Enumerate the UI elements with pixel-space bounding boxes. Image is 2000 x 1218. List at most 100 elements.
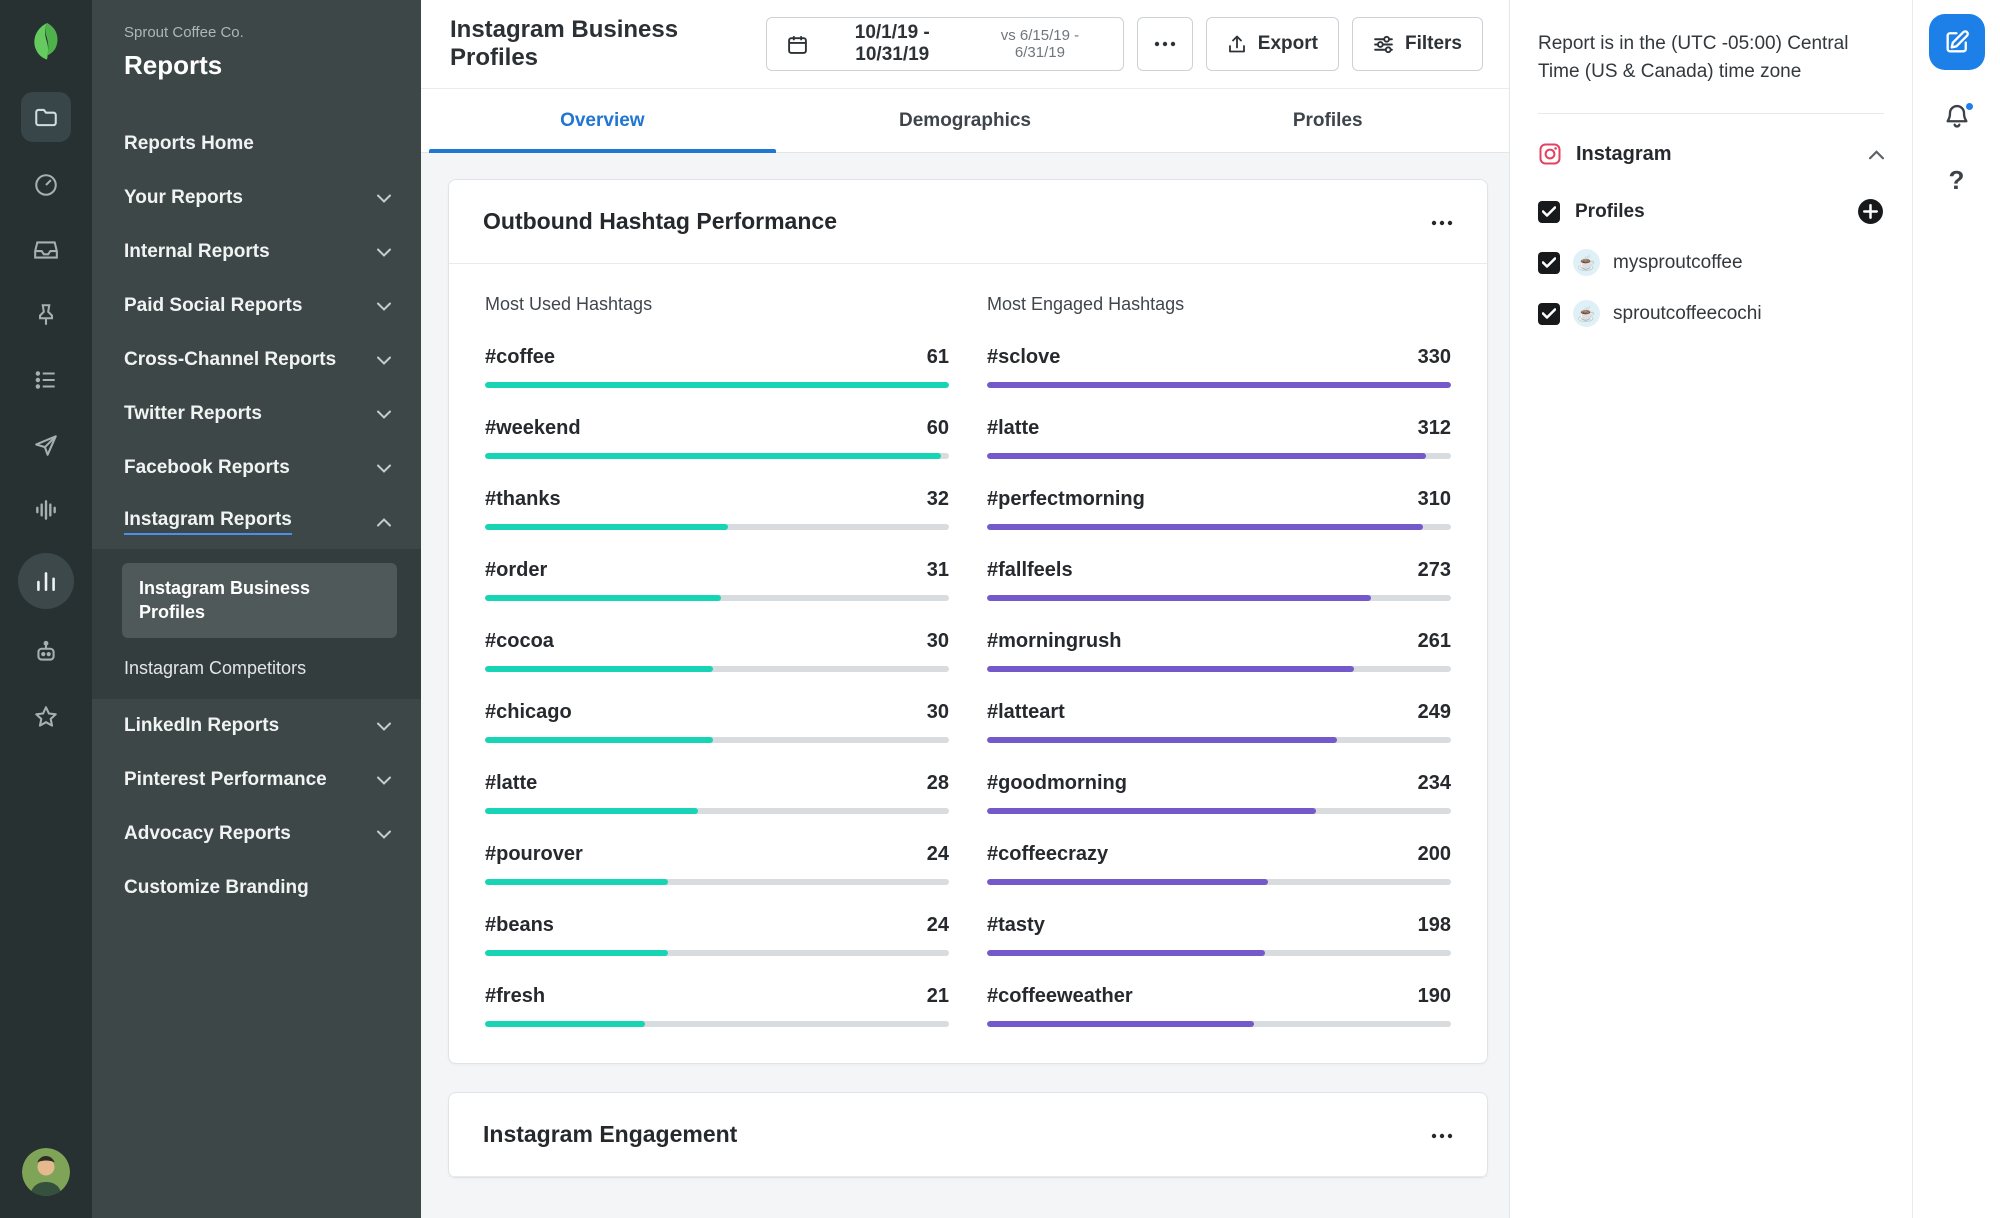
hashtag-value: 61 (926, 346, 949, 368)
hashtag-bar-track (485, 808, 949, 814)
user-avatar[interactable] (22, 1148, 70, 1196)
hashtag-bar-track (987, 524, 1451, 530)
tab-overview[interactable]: Overview (421, 89, 784, 153)
gauge-icon[interactable] (24, 163, 68, 207)
app-root: Sprout Coffee Co. Reports Reports Home Y… (0, 0, 2000, 1218)
reports-sidebar: Sprout Coffee Co. Reports Reports Home Y… (92, 0, 421, 1218)
hashtag-label: #coffeeweather (987, 985, 1133, 1007)
hashtag-bar-track (987, 453, 1451, 459)
hashtag-row: #latteart 249 (987, 700, 1451, 743)
sidebar-title: Reports (124, 50, 223, 80)
sidebar-item-label: Paid Social Reports (124, 295, 303, 316)
star-icon[interactable] (24, 695, 68, 739)
hashtag-label: #fallfeels (987, 559, 1073, 581)
hashtag-bar-track (987, 595, 1451, 601)
hashtag-bar-fill (485, 1021, 645, 1027)
hashtag-bar-fill (987, 737, 1338, 743)
chevron-down-icon (377, 457, 391, 479)
header-actions: 10/1/19 - 10/31/19 vs 6/15/19 - 6/31/19 … (765, 17, 1483, 71)
hashtag-bar-fill (987, 595, 1371, 601)
sidebar-item-label: Instagram Reports (124, 509, 292, 535)
hashtag-label: #order (485, 559, 548, 581)
compare-range-value: vs 6/15/19 - 6/31/19 (1000, 27, 1080, 61)
profile-checkbox[interactable] (1538, 302, 1560, 325)
sidebar-item-instagram-reports[interactable]: Instagram Reports (92, 495, 421, 549)
sidebar-item-label: Facebook Reports (124, 457, 290, 478)
folder-icon[interactable] (21, 92, 71, 142)
hashtag-value: 30 (926, 630, 949, 652)
hashtag-row: #fallfeels 273 (987, 558, 1451, 601)
ellipsis-icon (1154, 41, 1176, 47)
sidebar-item-facebook-reports[interactable]: Facebook Reports (92, 441, 421, 495)
sidebar-item-paid-social-reports[interactable]: Paid Social Reports (92, 279, 421, 333)
date-range-button[interactable]: 10/1/19 - 10/31/19 vs 6/15/19 - 6/31/19 (765, 17, 1125, 71)
hashtag-row: #tasty 198 (987, 913, 1451, 956)
sidebar-item-customize-branding[interactable]: Customize Branding (92, 861, 421, 915)
sidebar-item-reports-home[interactable]: Reports Home (92, 117, 421, 171)
sidebar-item-linkedin-reports[interactable]: LinkedIn Reports (92, 699, 421, 753)
report-body: Outbound Hashtag Performance Most Used H… (421, 153, 1509, 1218)
tab-demographics[interactable]: Demographics (784, 89, 1147, 152)
listening-icon[interactable] (24, 488, 68, 532)
sidebar-item-pinterest-performance[interactable]: Pinterest Performance (92, 753, 421, 807)
hashtag-bar-track (485, 950, 949, 956)
calendar-icon (787, 34, 808, 55)
card-menu-button[interactable] (1431, 214, 1453, 229)
bot-icon[interactable] (24, 630, 68, 674)
sidebar-item-internal-reports[interactable]: Internal Reports (92, 225, 421, 279)
hashtag-bar-track (485, 453, 949, 459)
hashtag-bar-track (485, 879, 949, 885)
compose-button[interactable] (1928, 14, 1985, 70)
hashtag-value: 24 (926, 843, 949, 865)
card-header: Outbound Hashtag Performance (449, 180, 1487, 264)
export-icon (1227, 34, 1247, 55)
add-profile-button[interactable] (1857, 198, 1884, 225)
hashtag-bar-fill (485, 666, 714, 672)
hashtag-label: #weekend (485, 417, 581, 439)
help-button[interactable]: ? (1949, 165, 1965, 196)
export-button[interactable]: Export (1205, 17, 1339, 71)
chevron-down-icon (377, 769, 391, 791)
hashtag-label: #tasty (987, 914, 1045, 936)
hashtag-bar-track (987, 737, 1451, 743)
profile-checkbox[interactable] (1538, 251, 1560, 274)
hashtag-bar-track (987, 382, 1451, 388)
card-title: Outbound Hashtag Performance (483, 208, 837, 234)
profiles-checkbox[interactable] (1538, 200, 1560, 223)
hashtag-label: #goodmorning (987, 772, 1127, 794)
pin-icon[interactable] (24, 293, 68, 337)
sidebar-item-your-reports[interactable]: Your Reports (92, 171, 421, 225)
sidebar-item-advocacy-reports[interactable]: Advocacy Reports (92, 807, 421, 861)
hashtag-value: 30 (926, 701, 949, 723)
hashtag-value: 31 (926, 559, 949, 581)
submenu-item-instagram-competitors[interactable]: Instagram Competitors (92, 638, 421, 681)
hashtag-bar-track (987, 666, 1451, 672)
list-icon[interactable] (24, 358, 68, 402)
hashtag-value: 312 (1417, 417, 1451, 439)
instagram-engagement-card: Instagram Engagement (448, 1092, 1488, 1178)
inbox-icon[interactable] (24, 228, 68, 272)
hashtag-bar-fill (485, 879, 668, 885)
profile-item: ☕ mysproutcoffee (1538, 249, 1884, 277)
tab-profiles[interactable]: Profiles (1146, 89, 1509, 152)
hashtag-label: #beans (485, 914, 554, 936)
submenu-item-instagram-business-profiles[interactable]: Instagram Business Profiles (122, 563, 397, 638)
hashtag-bar-fill (987, 879, 1269, 885)
filters-button[interactable]: Filters (1351, 17, 1483, 71)
most-engaged-hashtags-column: Most Engaged Hashtags #sclove 330 #latte… (987, 294, 1451, 1055)
reports-icon[interactable] (18, 553, 74, 609)
notification-dot (1963, 101, 1975, 112)
notifications-button[interactable] (1943, 101, 1975, 133)
hashtag-row: #coffeecrazy 200 (987, 842, 1451, 885)
card-menu-button[interactable] (1431, 1127, 1453, 1142)
hashtag-row: #chicago 30 (485, 700, 949, 743)
sidebar-item-cross-channel-reports[interactable]: Cross-Channel Reports (92, 333, 421, 387)
more-options-button[interactable] (1137, 17, 1193, 71)
sidebar-item-twitter-reports[interactable]: Twitter Reports (92, 387, 421, 441)
send-icon[interactable] (24, 423, 68, 467)
instagram-network-header[interactable]: Instagram (1538, 142, 1884, 166)
sprout-logo[interactable] (23, 18, 69, 64)
hashtag-bar-fill (987, 666, 1354, 672)
hashtag-bar-track (987, 950, 1451, 956)
hashtag-row: #perfectmorning 310 (987, 487, 1451, 530)
